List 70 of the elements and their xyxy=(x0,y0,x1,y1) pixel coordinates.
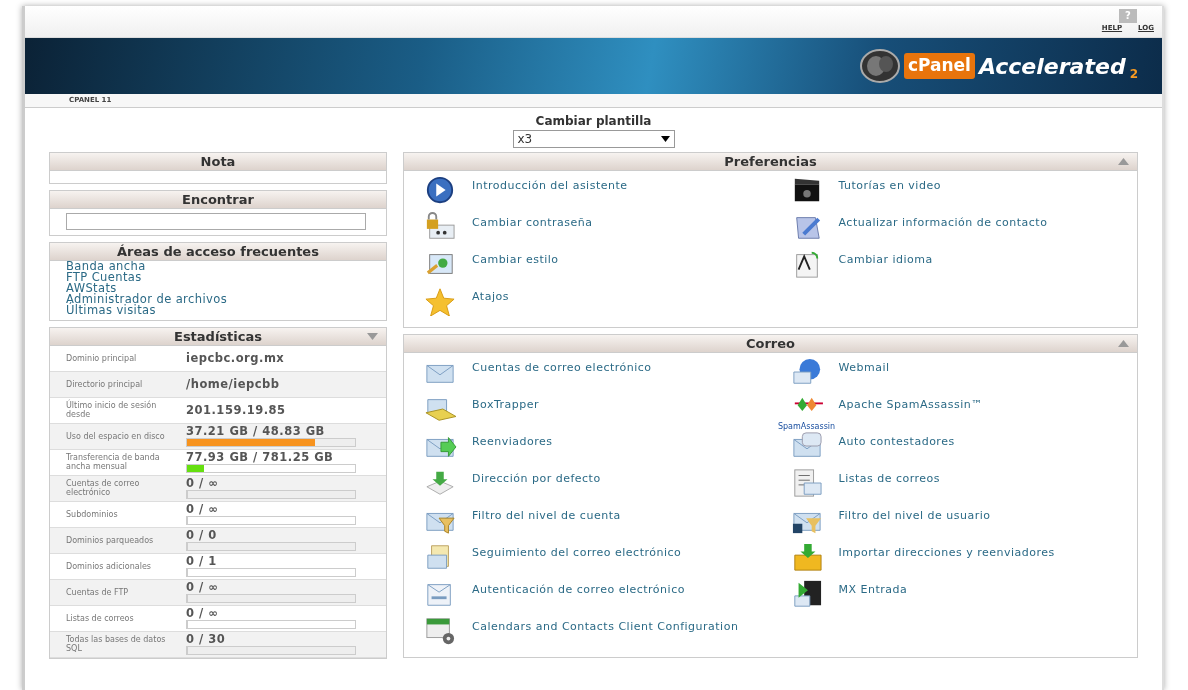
stat-value: 0 / ∞ xyxy=(186,581,220,594)
feature-link[interactable]: Cambiar estilo xyxy=(472,249,559,265)
stat-label: Cuentas de FTP xyxy=(66,587,130,597)
feature-link[interactable]: Reenviadores xyxy=(472,431,553,447)
feature-link[interactable]: Auto contestadores xyxy=(838,431,955,447)
stat-label: Último inicio de sesión desde xyxy=(66,401,158,419)
feature-link[interactable]: Autenticación de correo electrónico xyxy=(472,579,685,595)
stat-label: Dominios parqueados xyxy=(66,535,155,545)
feature-link[interactable]: Cambiar contraseña xyxy=(472,212,593,228)
stat-label: Listas de correos xyxy=(66,613,135,623)
feature-link[interactable]: Cambiar idioma xyxy=(838,249,933,265)
stat-label: Cuentas de correo electrónico xyxy=(66,479,141,497)
feature-link[interactable]: Dirección por defecto xyxy=(472,468,601,484)
stat-label: Subdominios xyxy=(66,509,119,519)
search-field[interactable] xyxy=(66,213,366,230)
expand-icon[interactable] xyxy=(367,332,378,340)
template-label: Cambiar plantilla xyxy=(535,113,652,130)
panel-title: Preferencias xyxy=(724,154,817,169)
logo-emblem-icon xyxy=(859,49,900,83)
stat-value: 0 / ∞ xyxy=(186,607,220,620)
feature-link[interactable]: Importar direcciones y reenviadores xyxy=(838,542,1055,558)
stat-label: Uso del espacio en disco xyxy=(66,431,166,441)
shortcut-link[interactable]: Últimas visitas xyxy=(66,304,156,316)
stat-value: 0 / ∞ xyxy=(186,477,220,490)
shortcut-link[interactable]: Banda ancha xyxy=(66,260,146,272)
feature-link[interactable]: MX Entrada xyxy=(838,579,908,595)
collapse-icon[interactable] xyxy=(1118,340,1129,347)
feature-link[interactable]: Webmail xyxy=(838,357,890,373)
stat-value: 37.21 GB / 48.83 GB xyxy=(186,425,326,438)
stat-label: Dominio principal xyxy=(66,353,138,363)
feature-link[interactable]: Cuentas de correo electrónico xyxy=(472,357,652,373)
feature-link[interactable]: Filtro del nivel de cuenta xyxy=(472,505,621,521)
star-icon[interactable] xyxy=(423,286,457,316)
template-select[interactable]: x3 xyxy=(512,130,675,148)
stat-value: 0 / 1 xyxy=(186,555,218,568)
panel-title: Áreas de acceso frecuentes xyxy=(117,243,319,259)
stat-label: Transferencia de banda ancha mensual xyxy=(66,453,161,471)
logo-caption: SpamAssassin xyxy=(777,424,836,430)
stat-value: 0 / 30 xyxy=(186,633,227,646)
feature-link[interactable]: Atajos xyxy=(472,286,509,302)
feature-link[interactable]: Filtro del nivel de usuario xyxy=(838,505,991,521)
feature-link[interactable]: Calendars and Contacts Client Configuration xyxy=(472,616,739,632)
collapse-icon[interactable] xyxy=(1118,158,1129,165)
stat-value: /home/iepcbb xyxy=(186,377,280,391)
panel-title: Estadísticas xyxy=(174,328,262,344)
version-number: 2 xyxy=(1129,66,1138,83)
caret-icon[interactable] xyxy=(660,136,670,142)
feature-link[interactable]: Apache SpamAssassin™ xyxy=(838,394,983,410)
logo-text: cPanel xyxy=(903,53,975,79)
stat-value: 201.159.19.85 xyxy=(186,403,286,417)
stat-label: Directorio principal xyxy=(66,379,144,389)
feature-link[interactable]: BoxTrapper xyxy=(472,394,540,410)
panel-title: Encontrar xyxy=(182,192,254,207)
stat-value: 0 / 0 xyxy=(186,529,218,542)
shortcut-link[interactable]: AWStats xyxy=(66,282,117,294)
shortcut-link[interactable]: FTP Cuentas xyxy=(66,271,142,283)
stat-label: Todas las bases de datos SQL xyxy=(66,635,167,653)
feature-link[interactable]: Tutorías en video xyxy=(838,175,941,191)
stat-label: Dominios adicionales xyxy=(66,561,152,571)
feature-link[interactable]: Seguimiento del correo electrónico xyxy=(472,542,682,558)
calendar-gear-icon[interactable] xyxy=(423,616,457,646)
feature-link[interactable]: Actualizar información de contacto xyxy=(838,212,1048,228)
stat-value: 0 / ∞ xyxy=(186,503,220,516)
stat-value: iepcbc.org.mx xyxy=(186,351,285,365)
panel-title: Correo xyxy=(745,336,795,351)
panel-title: Nota xyxy=(200,154,236,169)
stat-value: 77.93 GB / 781.25 GB xyxy=(186,451,335,464)
feature-link[interactable]: Introducción del asistente xyxy=(472,175,628,191)
product-name: Accelerated xyxy=(978,52,1126,81)
feature-link[interactable]: Listas de correos xyxy=(838,468,941,484)
